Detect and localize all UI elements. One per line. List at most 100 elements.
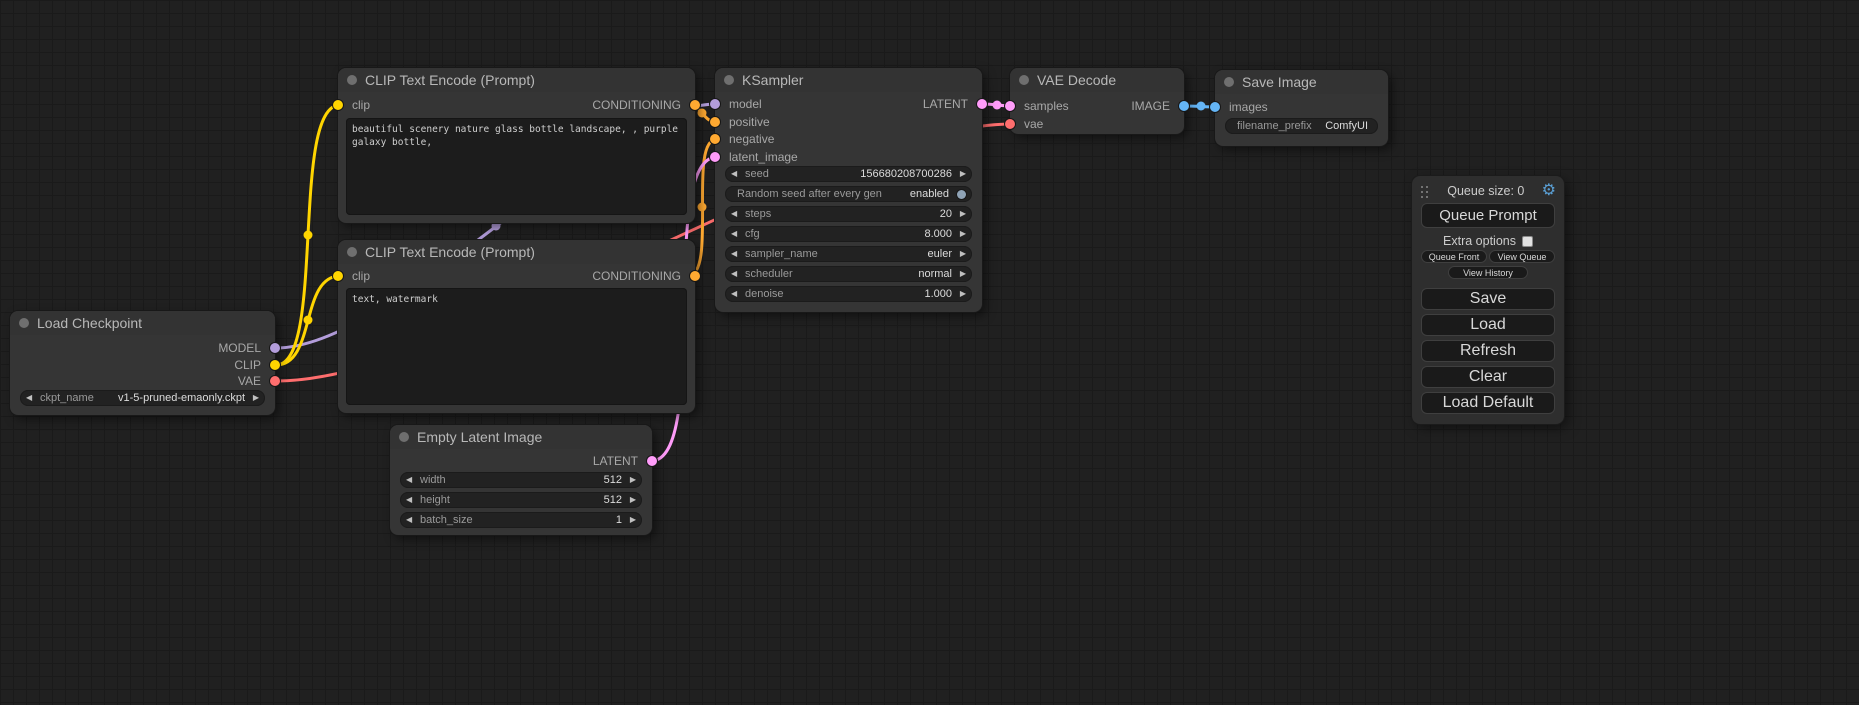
decrement-arrow-icon[interactable]: ◀ <box>26 390 36 406</box>
settings-gear-icon[interactable]: ⚙ <box>1542 183 1556 199</box>
widget-name: batch_size <box>420 514 473 526</box>
node-clip-negative-header[interactable]: CLIP Text Encode (Prompt) <box>338 240 695 264</box>
widget-value: 8.000 <box>924 228 952 240</box>
node-title: CLIP Text Encode (Prompt) <box>365 244 535 260</box>
width-widget[interactable]: ◀ width 512 ▶ <box>400 472 642 488</box>
widget-value: 1.000 <box>924 288 952 300</box>
decrement-arrow-icon[interactable]: ◀ <box>406 472 416 488</box>
images-input-slot[interactable] <box>1210 102 1220 112</box>
filename-prefix-widget[interactable]: filename_prefix ComfyUI <box>1225 118 1378 134</box>
ckpt-name-widget[interactable]: ◀ ckpt_name v1-5-pruned-emaonly.ckpt ▶ <box>20 390 265 406</box>
conditioning-output-slot[interactable] <box>690 271 700 281</box>
image-output-slot[interactable] <box>1179 101 1189 111</box>
node-vae-decode[interactable]: VAE Decode samples vae IMAGE <box>1010 68 1184 134</box>
decrement-arrow-icon[interactable]: ◀ <box>731 166 741 182</box>
decrement-arrow-icon[interactable]: ◀ <box>406 512 416 528</box>
collapse-dot[interactable] <box>347 247 357 257</box>
node-save-image-header[interactable]: Save Image <box>1215 70 1388 94</box>
decrement-arrow-icon[interactable]: ◀ <box>731 206 741 222</box>
drag-handle-icon[interactable] <box>1420 185 1430 198</box>
save-button[interactable]: Save <box>1421 288 1555 310</box>
model-input-slot[interactable] <box>710 99 720 109</box>
collapse-dot[interactable] <box>19 318 29 328</box>
widget-value: 156680208700286 <box>860 168 952 180</box>
sampler-name-widget[interactable]: ◀ sampler_name euler ▶ <box>725 246 972 262</box>
steps-widget[interactable]: ◀ steps 20 ▶ <box>725 206 972 222</box>
view-history-button[interactable]: View History <box>1448 266 1528 279</box>
node-ksampler[interactable]: KSampler model positive negative latent_… <box>715 68 982 312</box>
latent-image-input-slot[interactable] <box>710 152 720 162</box>
height-widget[interactable]: ◀ height 512 ▶ <box>400 492 642 508</box>
node-load-checkpoint-header[interactable]: Load Checkpoint <box>10 311 275 335</box>
increment-arrow-icon[interactable]: ▶ <box>956 246 966 262</box>
batch-size-widget[interactable]: ◀ batch_size 1 ▶ <box>400 512 642 528</box>
decrement-arrow-icon[interactable]: ◀ <box>731 266 741 282</box>
collapse-dot[interactable] <box>724 75 734 85</box>
increment-arrow-icon[interactable]: ▶ <box>956 206 966 222</box>
widget-value: v1-5-pruned-emaonly.ckpt <box>118 392 245 404</box>
widget-value: 1 <box>616 514 622 526</box>
collapse-dot[interactable] <box>399 432 409 442</box>
decrement-arrow-icon[interactable]: ◀ <box>731 286 741 302</box>
clip-input-slot[interactable] <box>333 271 343 281</box>
clear-button[interactable]: Clear <box>1421 366 1555 388</box>
input-label-vae: vae <box>1024 116 1043 132</box>
vae-output-slot[interactable] <box>270 376 280 386</box>
increment-arrow-icon[interactable]: ▶ <box>626 512 636 528</box>
negative-input-slot[interactable] <box>710 134 720 144</box>
node-vae-decode-header[interactable]: VAE Decode <box>1010 68 1184 92</box>
queue-panel: Queue size: 0 ⚙ Queue Prompt Extra optio… <box>1412 176 1564 424</box>
refresh-button[interactable]: Refresh <box>1421 340 1555 362</box>
vae-input-slot[interactable] <box>1005 119 1015 129</box>
view-queue-button[interactable]: View Queue <box>1489 250 1555 263</box>
output-label-clip: CLIP <box>234 357 261 373</box>
conditioning-output-slot[interactable] <box>690 100 700 110</box>
scheduler-widget[interactable]: ◀ scheduler normal ▶ <box>725 266 972 282</box>
node-save-image[interactable]: Save Image images filename_prefix ComfyU… <box>1215 70 1388 146</box>
input-label-positive: positive <box>729 114 770 130</box>
node-clip-text-encode-positive[interactable]: CLIP Text Encode (Prompt) clip CONDITION… <box>338 68 695 223</box>
load-button[interactable]: Load <box>1421 314 1555 336</box>
node-empty-latent-image[interactable]: Empty Latent Image LATENT ◀ width 512 ▶ … <box>390 425 652 535</box>
increment-arrow-icon[interactable]: ▶ <box>626 472 636 488</box>
output-label-latent: LATENT <box>593 453 638 469</box>
increment-arrow-icon[interactable]: ▶ <box>956 166 966 182</box>
collapse-dot[interactable] <box>1019 75 1029 85</box>
positive-input-slot[interactable] <box>710 117 720 127</box>
node-empty-latent-header[interactable]: Empty Latent Image <box>390 425 652 449</box>
node-ksampler-header[interactable]: KSampler <box>715 68 982 92</box>
collapse-dot[interactable] <box>347 75 357 85</box>
node-clip-positive-header[interactable]: CLIP Text Encode (Prompt) <box>338 68 695 92</box>
increment-arrow-icon[interactable]: ▶ <box>956 266 966 282</box>
node-graph-canvas[interactable]: Load Checkpoint MODEL CLIP VAE ◀ ckpt_na… <box>0 0 1859 705</box>
decrement-arrow-icon[interactable]: ◀ <box>406 492 416 508</box>
increment-arrow-icon[interactable]: ▶ <box>956 226 966 242</box>
increment-arrow-icon[interactable]: ▶ <box>249 390 259 406</box>
random-seed-toggle-widget[interactable]: Random seed after every gen enabled <box>725 186 972 202</box>
queue-prompt-button[interactable]: Queue Prompt <box>1421 203 1555 228</box>
clip-input-slot[interactable] <box>333 100 343 110</box>
collapse-dot[interactable] <box>1224 77 1234 87</box>
node-clip-text-encode-negative[interactable]: CLIP Text Encode (Prompt) clip CONDITION… <box>338 240 695 413</box>
latent-output-slot[interactable] <box>977 99 987 109</box>
node-title: Save Image <box>1242 74 1317 90</box>
increment-arrow-icon[interactable]: ▶ <box>956 286 966 302</box>
seed-widget[interactable]: ◀ seed 156680208700286 ▶ <box>725 166 972 182</box>
load-default-button[interactable]: Load Default <box>1421 392 1555 414</box>
denoise-widget[interactable]: ◀ denoise 1.000 ▶ <box>725 286 972 302</box>
cfg-widget[interactable]: ◀ cfg 8.000 ▶ <box>725 226 972 242</box>
samples-input-slot[interactable] <box>1005 101 1015 111</box>
positive-prompt-textarea[interactable]: beautiful scenery nature glass bottle la… <box>346 118 687 215</box>
toggle-dot-icon[interactable] <box>957 190 966 199</box>
output-label-conditioning: CONDITIONING <box>592 97 681 113</box>
clip-output-slot[interactable] <box>270 360 280 370</box>
increment-arrow-icon[interactable]: ▶ <box>626 492 636 508</box>
decrement-arrow-icon[interactable]: ◀ <box>731 226 741 242</box>
extra-options-checkbox[interactable] <box>1522 236 1533 247</box>
decrement-arrow-icon[interactable]: ◀ <box>731 246 741 262</box>
queue-front-button[interactable]: Queue Front <box>1421 250 1487 263</box>
negative-prompt-textarea[interactable]: text, watermark <box>346 288 687 405</box>
node-load-checkpoint[interactable]: Load Checkpoint MODEL CLIP VAE ◀ ckpt_na… <box>10 311 275 415</box>
model-output-slot[interactable] <box>270 343 280 353</box>
latent-output-slot[interactable] <box>647 456 657 466</box>
